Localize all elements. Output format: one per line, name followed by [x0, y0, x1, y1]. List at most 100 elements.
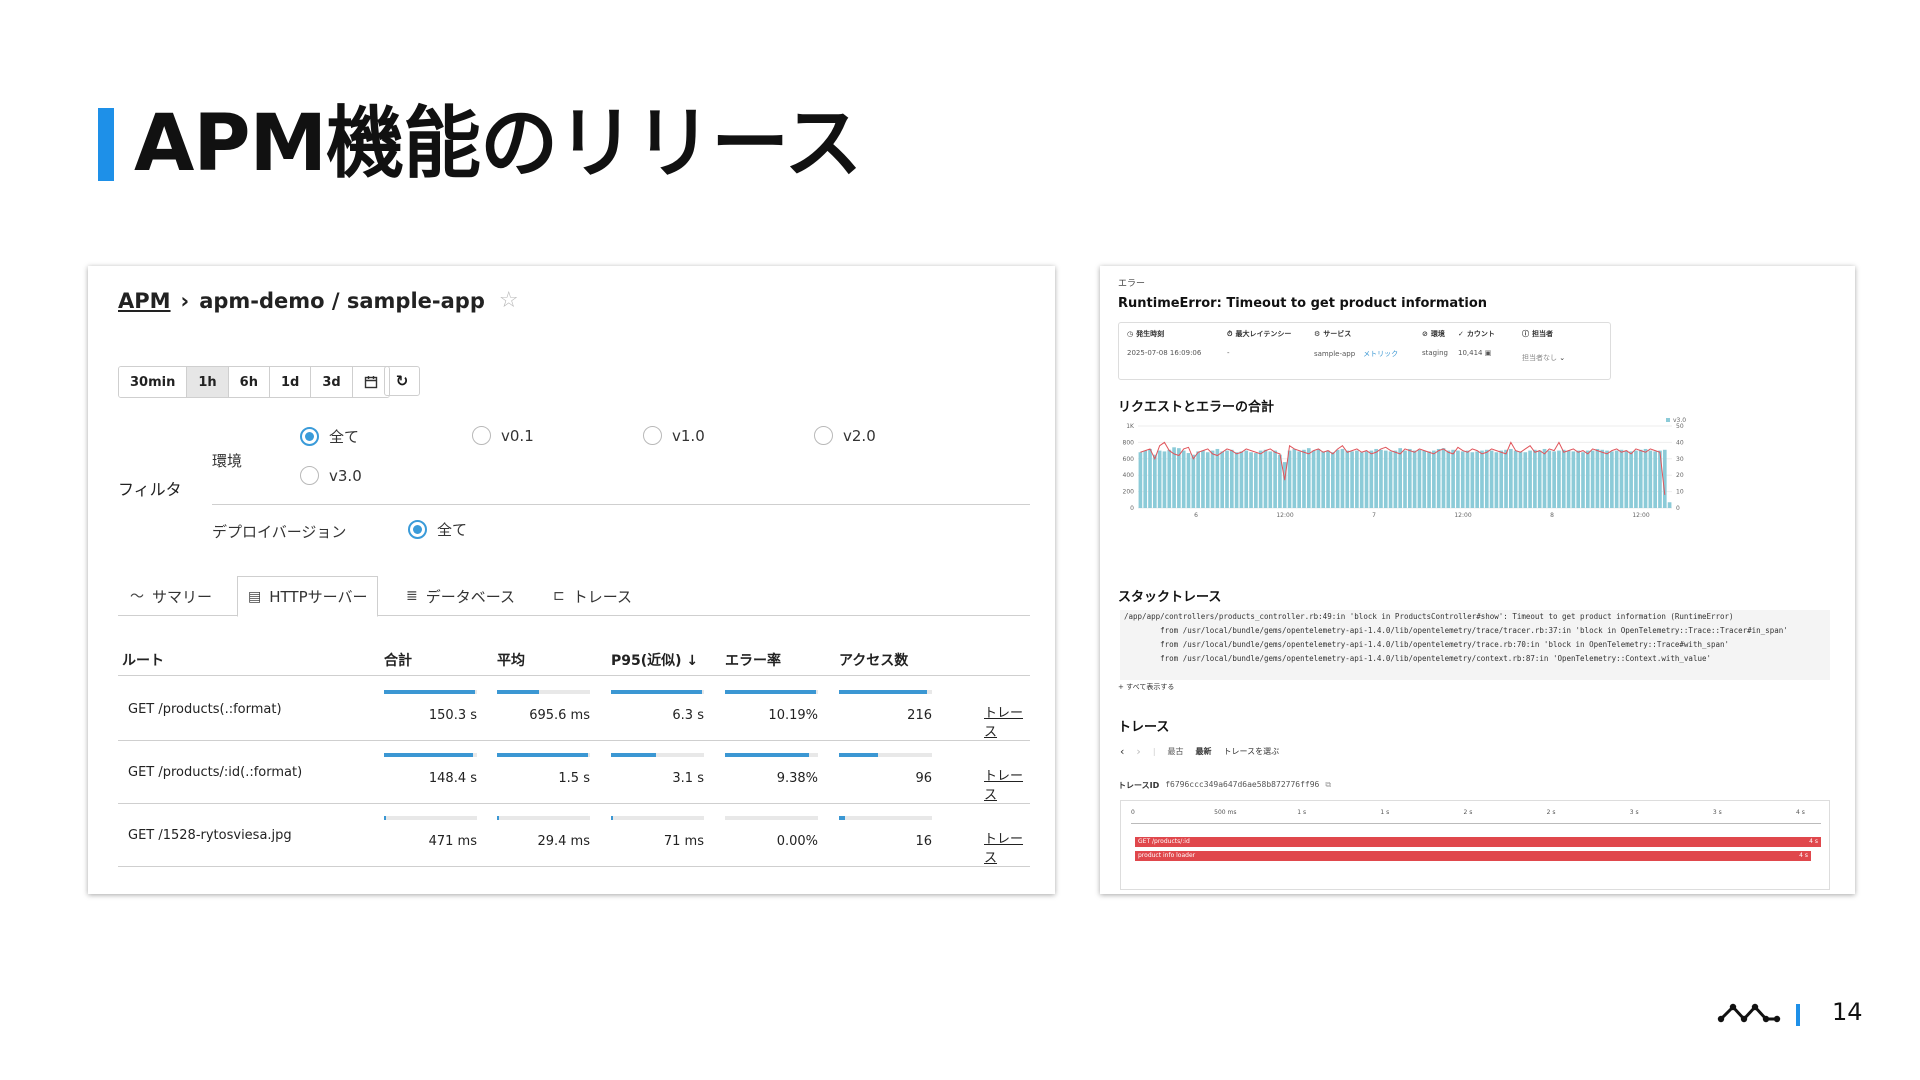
- trace-link[interactable]: トレース: [984, 828, 1030, 866]
- time-button-1d[interactable]: 1d: [269, 367, 312, 397]
- refresh-button[interactable]: ↻: [384, 366, 420, 396]
- span-bar-child[interactable]: product info loader 4 s: [1135, 851, 1811, 861]
- trend-icon: 〜: [130, 589, 144, 605]
- request-bar: [1355, 450, 1359, 508]
- span-duration: 4 s: [1799, 852, 1808, 859]
- chevron-left-icon[interactable]: ‹: [1120, 745, 1124, 758]
- filter-label: フィルタ: [118, 480, 182, 499]
- pick-trace-button[interactable]: トレースを選ぶ: [1224, 746, 1280, 757]
- request-bar: [1542, 448, 1547, 508]
- metric-cell-p95: 6.3 s: [611, 690, 704, 730]
- radio-unchecked-icon: [643, 426, 662, 445]
- deploy-radio-all[interactable]: 全て: [408, 519, 467, 540]
- server-icon: ▤: [248, 588, 262, 605]
- request-bar: [1403, 450, 1407, 508]
- request-bar: [1610, 451, 1614, 508]
- star-icon[interactable]: ☆: [499, 288, 519, 313]
- metric-value: 471 ms: [428, 834, 477, 849]
- col-route[interactable]: ルート: [122, 650, 164, 670]
- request-bar: [1379, 449, 1383, 508]
- metric-cell-p95: 3.1 s: [611, 753, 704, 793]
- request-bar: [1600, 449, 1605, 508]
- metric-bar-fill: [384, 753, 474, 757]
- time-button-6h[interactable]: 6h: [228, 367, 270, 397]
- trace-link[interactable]: トレース: [984, 702, 1030, 740]
- copy-icon[interactable]: ▣: [1485, 349, 1492, 357]
- col-error-rate[interactable]: エラー率: [725, 650, 781, 670]
- metric-bar-track: [611, 690, 704, 694]
- metric-cell-total: 471 ms: [384, 816, 477, 856]
- request-bar: [1595, 448, 1600, 508]
- filter-divider: [212, 504, 1030, 505]
- metric-bar-fill: [611, 753, 656, 757]
- table-row[interactable]: GET /products/:id(.:format) 148.4 s 1.5 s 3…: [118, 741, 1030, 804]
- request-bar: [1229, 449, 1234, 508]
- latest-button[interactable]: 最新: [1196, 746, 1212, 757]
- env-radio-v20[interactable]: v2.0: [814, 426, 876, 445]
- env-radio-v10[interactable]: v1.0: [643, 426, 705, 445]
- waterfall-tick: 3 s: [1712, 809, 1722, 816]
- tab-trace[interactable]: ⊏ トレース: [553, 576, 632, 616]
- waterfall-tick: 500 ms: [1214, 809, 1237, 816]
- request-bar: [1523, 452, 1528, 508]
- x-tick: 12:00: [1632, 512, 1649, 519]
- tab-database[interactable]: ≣ データベース: [406, 576, 515, 616]
- env-radio-v30[interactable]: v3.0: [300, 466, 362, 485]
- metric-bar-track: [725, 690, 818, 694]
- x-tick: 7: [1372, 512, 1376, 519]
- table-row[interactable]: GET /products(.:format) 150.3 s 695.6 ms 6.…: [118, 678, 1030, 741]
- request-bar: [1407, 448, 1412, 508]
- request-bar: [1292, 448, 1297, 508]
- tab-http-server[interactable]: ▤ HTTPサーバー: [237, 576, 379, 617]
- request-bar: [1364, 451, 1369, 508]
- oldest-button[interactable]: 最古: [1168, 746, 1184, 757]
- copy-icon[interactable]: ⧉: [1325, 780, 1331, 791]
- table-row[interactable]: GET /1528-rytosviesa.jpg 471 ms 29.4 ms 71 …: [118, 804, 1030, 867]
- x-tick: 12:00: [1454, 512, 1471, 519]
- plus-icon: +: [1118, 683, 1124, 691]
- y-left-tick: 200: [1123, 489, 1135, 496]
- time-button-30min[interactable]: 30min: [119, 367, 188, 397]
- col-total[interactable]: 合計: [384, 650, 412, 670]
- user-icon: ⓘ: [1522, 330, 1529, 338]
- metric-value: 96: [915, 771, 932, 786]
- request-bar: [1499, 450, 1504, 508]
- request-bar: [1234, 452, 1239, 508]
- env-option-label: v0.1: [501, 426, 534, 445]
- metric-value: 150.3 s: [428, 708, 477, 723]
- env-radio-v01[interactable]: v0.1: [472, 426, 534, 445]
- col-access[interactable]: アクセス数: [839, 650, 908, 670]
- slide-title: APM機能のリリース: [134, 99, 862, 189]
- request-bar: [1643, 448, 1648, 508]
- trace-link[interactable]: トレース: [984, 765, 1030, 803]
- col-p95[interactable]: P95(近似) ↓: [611, 650, 698, 670]
- assignee-select[interactable]: 担当者なし ⌄: [1522, 353, 1565, 363]
- metric-cell-total: 150.3 s: [384, 690, 477, 730]
- stack-trace-title: スタックトレース: [1118, 590, 1222, 605]
- request-bar: [1576, 450, 1581, 508]
- request-bar: [1186, 453, 1191, 508]
- request-bar: [1359, 452, 1364, 508]
- request-bar: [1441, 448, 1446, 508]
- breadcrumb-root-link[interactable]: APM: [118, 289, 171, 313]
- env-radio-all[interactable]: 全て: [300, 426, 359, 447]
- metric-bar-fill: [839, 690, 928, 694]
- metric-bar-fill: [497, 690, 539, 694]
- request-bar: [1302, 449, 1306, 508]
- metrics-link[interactable]: メトリック: [1363, 350, 1398, 358]
- legend-label: v3.0: [1673, 417, 1686, 424]
- metric-value: 148.4 s: [428, 771, 477, 786]
- request-bar: [1557, 450, 1561, 508]
- time-button-1h[interactable]: 1h: [187, 367, 229, 397]
- request-bar: [1417, 449, 1422, 508]
- chevron-right-icon[interactable]: ›: [1136, 745, 1140, 758]
- show-all-label: すべて表示する: [1126, 683, 1175, 691]
- metric-cell-access: 216: [839, 690, 932, 730]
- tab-summary[interactable]: 〜サマリー: [130, 576, 212, 616]
- show-all-link[interactable]: + すべて表示する: [1118, 682, 1174, 692]
- time-button-3d[interactable]: 3d: [311, 367, 353, 397]
- route-cell: GET /1528-rytosviesa.jpg: [128, 828, 292, 843]
- span-bar-root[interactable]: GET /products/:id 4 s: [1135, 837, 1821, 847]
- col-avg[interactable]: 平均: [497, 650, 525, 670]
- request-bar: [1331, 452, 1335, 508]
